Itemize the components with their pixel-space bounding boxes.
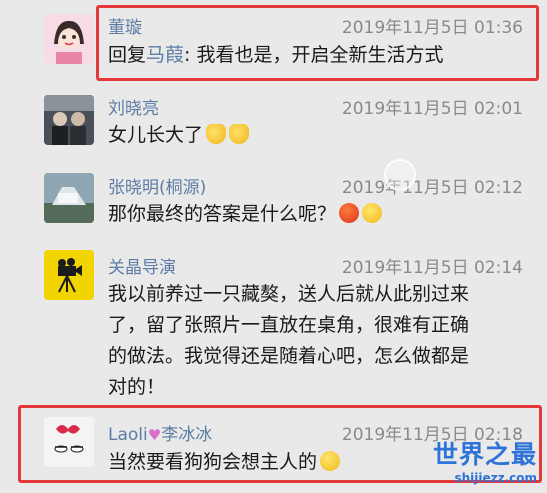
avatar[interactable] xyxy=(44,95,94,145)
commenter-name[interactable]: 刘晓亮 xyxy=(108,94,159,119)
avatar[interactable] xyxy=(44,173,94,223)
video-play-icon[interactable] xyxy=(384,159,416,191)
watermark-title: 世界之最 xyxy=(432,440,537,469)
commenter-name[interactable]: 张晓明(桐源) xyxy=(108,173,206,198)
avatar[interactable] xyxy=(44,14,94,64)
comment-time: 2019年11月5日 02:14 xyxy=(341,258,523,278)
comment-line: 了，留了张照片一直放在桌角，很难有正确 xyxy=(108,314,470,336)
highlight-box xyxy=(96,5,539,81)
watermark-url: shijiezz.com xyxy=(454,471,537,485)
comment-time: 2019年11月5日 02:12 xyxy=(341,178,523,198)
comment-text: 那你最终的答案是什么呢？ xyxy=(108,199,383,230)
comment-line: 的做法。我觉得还是随着心吧，怎么做都是 xyxy=(108,345,470,367)
crying-face-icon xyxy=(362,203,383,223)
comment-text: 女儿长大了 xyxy=(108,120,250,151)
comment-4: 关晶导演 2019年11月5日 02:14 我以前养过一只藏獒，送人后就从此别过… xyxy=(0,245,547,405)
comment-time: 2019年11月5日 02:01 xyxy=(341,99,523,119)
thumbs-up-icon xyxy=(229,124,250,144)
site-watermark: 世界之最 shijiezz.com xyxy=(433,435,537,485)
angry-face-icon xyxy=(339,203,360,223)
comment-text: 我以前养过一只藏獒，送人后就从此别过来 了，留了张照片一直放在桌角，很难有正确 … xyxy=(108,279,469,403)
comment-body: 女儿长大了 xyxy=(108,124,204,146)
comment-body: 那你最终的答案是什么呢？ xyxy=(108,203,337,225)
comment-line: 我以前养过一只藏獒，送人后就从此别过来 xyxy=(108,283,470,305)
commenter-name[interactable]: 关晶导演 xyxy=(108,253,176,278)
comment-2: 刘晓亮 2019年11月5日 02:01 女儿长大了 xyxy=(0,90,547,170)
avatar[interactable] xyxy=(44,250,94,300)
comment-3: 张晓明(桐源) 2019年11月5日 02:12 那你最终的答案是什么呢？ xyxy=(0,170,547,245)
thumbs-up-icon xyxy=(206,124,227,144)
comment-line: 对的！ xyxy=(108,376,166,398)
